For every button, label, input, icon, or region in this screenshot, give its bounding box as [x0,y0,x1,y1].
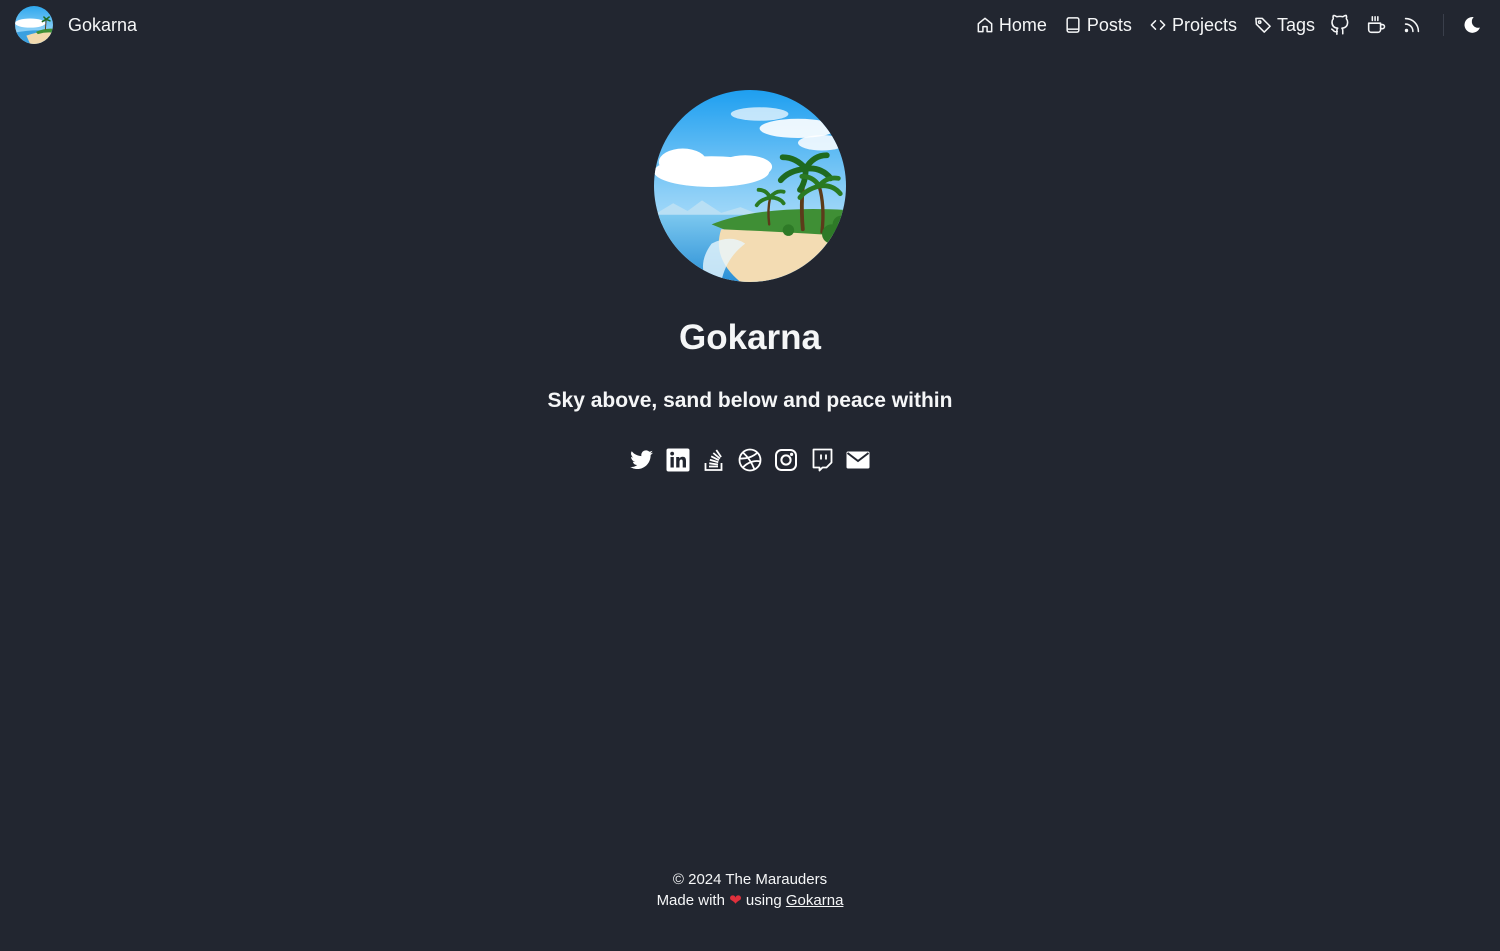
linkedin-link[interactable] [666,448,690,472]
main-nav: Home Posts Projects Tags [975,14,1482,36]
twitch-icon [810,448,834,472]
hero-avatar [654,90,846,282]
hero-title: Gokarna [679,318,821,357]
footer-copyright: © 2024 The Marauders [672,871,828,888]
home-icon [975,15,995,35]
stackoverflow-link[interactable] [702,448,726,472]
nav-projects-link[interactable]: Projects [1148,15,1237,36]
heart-icon: ❤ [729,892,742,909]
nav-tags-label: Tags [1276,14,1315,35]
twitter-icon [630,448,654,472]
rss-icon [1401,14,1423,36]
tag-icon [1253,15,1273,35]
nav-posts-link[interactable]: Posts [1063,15,1132,36]
nav-divider [1443,14,1444,36]
nav-posts-label: Posts [1086,14,1132,35]
footer: © 2024 The Marauders Made with ❤ using G… [0,869,1500,911]
instagram-icon [774,448,798,472]
brand-title: Gokarna [68,14,138,35]
page: Gokarna Home Posts Projects Tags Gokarna… [0,0,1500,951]
email-link[interactable] [846,448,870,472]
footer-gokarna-link[interactable]: Gokarna [786,892,844,909]
twitch-link[interactable] [810,448,834,472]
nav-projects-label: Projects [1171,14,1237,35]
github-icon [1329,14,1351,36]
nav-home-link[interactable]: Home [975,15,1047,36]
github-link[interactable] [1329,14,1351,36]
coffee-link[interactable] [1365,14,1387,36]
code-icon [1148,15,1168,35]
hero-tagline: Sky above, sand below and peace within [547,389,953,412]
brand-link[interactable]: Gokarna [15,6,137,44]
twitter-link[interactable] [630,448,654,472]
nav-tags-link[interactable]: Tags [1253,15,1315,36]
navbar: Gokarna Home Posts Projects Tags [0,0,1500,50]
social-links [0,448,1500,472]
stackoverflow-icon [702,448,726,472]
instagram-link[interactable] [774,448,798,472]
footer-made-with: Made with [656,892,725,909]
footer-credit: Made with ❤ using Gokarna [0,890,1500,911]
rss-link[interactable] [1401,14,1423,36]
theme-toggle-button[interactable] [1462,15,1482,35]
email-icon [846,448,870,472]
coffee-icon [1365,14,1387,36]
footer-using: using [745,892,782,909]
linkedin-icon [666,448,690,472]
book-icon [1063,15,1083,35]
moon-icon [1462,15,1482,35]
brand-avatar [15,6,53,44]
dribbble-link[interactable] [738,448,762,472]
dribbble-icon [738,448,762,472]
nav-home-label: Home [998,14,1047,35]
